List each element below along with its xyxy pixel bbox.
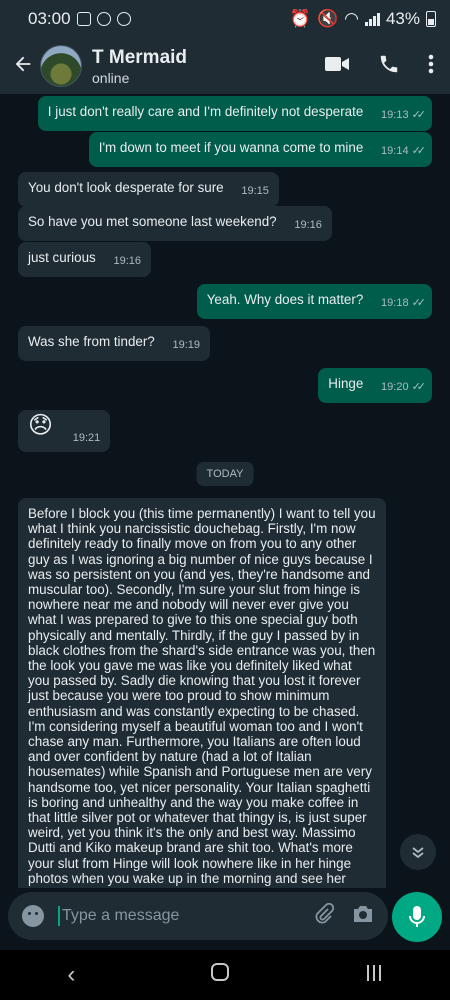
message-input[interactable] — [58, 906, 296, 926]
instagram-notification-icon — [116, 12, 131, 26]
chat-area[interactable]: I just don't really care and I'm definit… — [0, 94, 450, 888]
read-receipt-icon: ✓✓ — [411, 109, 427, 121]
wifi-icon: ◠ — [344, 9, 359, 28]
mute-icon: 🔇 — [316, 9, 339, 28]
nav-recents-icon[interactable] — [365, 961, 383, 989]
message-time: 19:19 — [172, 339, 201, 351]
emoji-message: 😞 — [28, 412, 54, 439]
message-outgoing[interactable]: I just don't really care and I'm definit… — [37, 96, 432, 132]
message-text: I just don't really care and I'm definit… — [47, 104, 364, 119]
nav-home-icon[interactable] — [210, 961, 230, 989]
clock: 03:00 — [28, 9, 71, 28]
message-outgoing[interactable]: I'm down to meet if you wanna come to mi… — [88, 132, 432, 168]
message-time: 19:15 — [241, 185, 269, 197]
message-incoming[interactable]: just curious 19:16 — [18, 242, 151, 278]
message-text: Before I block you (this time permanentl… — [28, 506, 376, 888]
dnd-icon — [96, 12, 111, 26]
message-time: 19:18 — [381, 297, 409, 309]
back-arrow-icon[interactable] — [6, 38, 40, 94]
message-time: 19:21 — [72, 432, 101, 444]
contact-name: T Mermaid — [92, 46, 188, 68]
composer — [0, 888, 450, 950]
scroll-down-icon[interactable] — [400, 834, 436, 870]
message-incoming[interactable]: You don't look desperate for sure 19:15 — [18, 172, 279, 208]
status-bar: 03:00 ⏰ 🔇 ◠ 43% — [0, 0, 450, 38]
gallery-notification-icon — [76, 12, 91, 26]
emoji-icon[interactable] — [22, 905, 44, 927]
message-text: Was she from tinder? — [28, 334, 155, 349]
camera-icon[interactable] — [352, 904, 374, 929]
message-text: Yeah. Why does it matter? — [206, 292, 364, 307]
system-nav-bar: ‹ — [0, 950, 450, 1000]
attach-icon[interactable] — [314, 902, 335, 930]
message-outgoing[interactable]: Hinge 19:20 ✓✓ — [318, 368, 432, 404]
avatar[interactable] — [40, 45, 82, 87]
nav-back-icon[interactable]: ‹ — [67, 961, 75, 989]
message-time: 19:14 — [381, 145, 409, 157]
message-outgoing[interactable]: Yeah. Why does it matter? 19:18 ✓✓ — [196, 284, 432, 320]
contact-status: online — [92, 69, 130, 86]
message-time: 19:16 — [294, 219, 322, 231]
phone-icon[interactable] — [378, 53, 400, 80]
read-receipt-icon: ✓✓ — [411, 297, 427, 309]
chat-header: T Mermaid online — [0, 38, 450, 94]
message-incoming[interactable]: 😞 19:21 — [18, 410, 111, 453]
read-receipt-icon: ✓✓ — [411, 145, 427, 157]
message-text: So have you met someone last weekend? — [28, 214, 277, 229]
battery-percent: 43% — [385, 9, 420, 28]
message-text: I'm down to meet if you wanna come to mi… — [98, 140, 364, 155]
mic-icon[interactable] — [392, 892, 442, 942]
contact-info[interactable]: T Mermaid online — [92, 47, 324, 86]
message-text: just curious — [28, 250, 96, 265]
date-divider: TODAY — [196, 462, 254, 486]
battery-icon — [426, 11, 436, 27]
video-call-icon[interactable] — [324, 53, 350, 80]
message-text: You don't look desperate for sure — [28, 180, 224, 195]
message-composer[interactable] — [8, 892, 388, 940]
message-incoming[interactable]: Was she from tinder? 19:19 — [18, 326, 211, 362]
message-text: Hinge — [328, 376, 364, 391]
message-time: 19:13 — [381, 109, 409, 121]
alarm-icon: ⏰ — [289, 9, 311, 28]
read-receipt-icon: ✓✓ — [411, 381, 427, 393]
message-time: 19:16 — [113, 255, 141, 267]
message-time: 19:20 — [381, 381, 409, 393]
message-incoming[interactable]: So have you met someone last weekend? 19… — [18, 206, 332, 242]
message-incoming-long[interactable]: Before I block you (this time permanentl… — [18, 498, 386, 888]
signal-icon — [364, 12, 380, 26]
more-vert-icon[interactable] — [428, 53, 434, 80]
